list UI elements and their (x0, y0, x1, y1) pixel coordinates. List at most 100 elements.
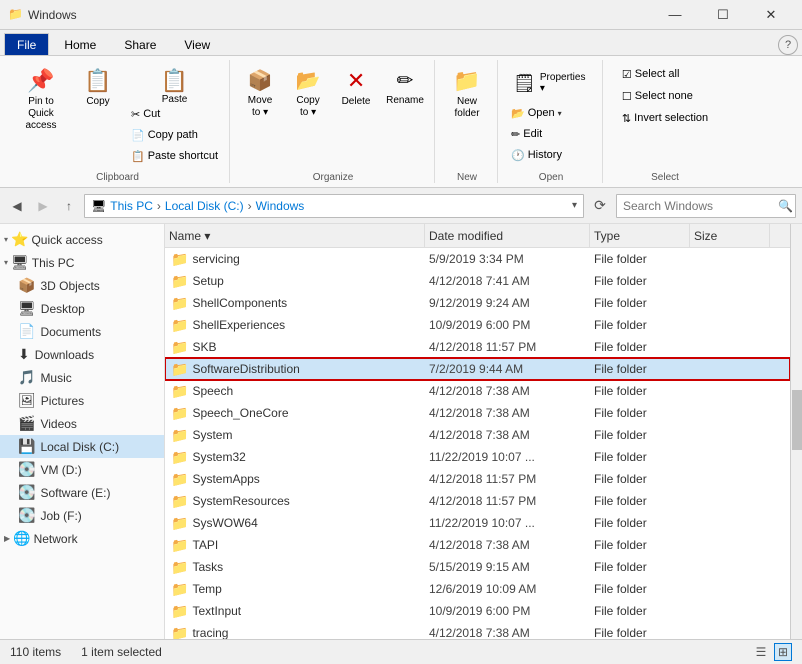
select-none-button[interactable]: ☐ Select none (617, 86, 713, 106)
organize-content: 📦 Moveto ▾ 📂 Copyto ▾ ✕ Delete ✏ Rename (238, 60, 428, 170)
refresh-button[interactable]: ⟳ (588, 194, 612, 218)
rename-button[interactable]: ✏ Rename (382, 64, 428, 124)
tab-view[interactable]: View (171, 33, 223, 55)
forward-button[interactable]: ▶ (32, 195, 54, 217)
pin-quick-access-button[interactable]: 📌 Pin to Quickaccess (12, 64, 70, 124)
documents-icon: 📄 (18, 323, 35, 340)
folder-icon: 📁 (171, 471, 188, 488)
sidebar-item-music[interactable]: 🎵 Music (0, 366, 164, 389)
properties-button[interactable]: 🗒 Properties ▾ (506, 64, 596, 102)
file-row-setup[interactable]: 📁Setup 4/12/2018 7:41 AM File folder (165, 270, 790, 292)
copy-button[interactable]: 📋 Copy (74, 64, 122, 124)
col-header-name[interactable]: Name ▾ (165, 224, 425, 247)
address-path[interactable]: 🖥 This PC › Local Disk (C:) › Windows ▾ (84, 194, 584, 218)
sidebar-thispc-header[interactable]: ▾ 🖥 This PC (0, 251, 164, 274)
file-row-servicing[interactable]: 📁servicing 5/9/2019 3:34 PM File folder (165, 248, 790, 270)
back-button[interactable]: ◀ (6, 195, 28, 217)
col-header-type[interactable]: Type (590, 224, 690, 247)
file-row-syswow64[interactable]: 📁SysWOW64 11/22/2019 10:07 ... File fold… (165, 512, 790, 534)
path-dropdown-arrow[interactable]: ▾ (572, 200, 577, 211)
move-to-button[interactable]: 📦 Moveto ▾ (238, 64, 282, 124)
view-buttons: ☰ ⊞ (752, 643, 792, 661)
details-view-button[interactable]: ☰ (752, 643, 770, 661)
paste-shortcut-label: Paste shortcut (148, 150, 218, 162)
help-button[interactable]: ? (778, 35, 798, 55)
window-title: Windows (28, 8, 652, 22)
search-box[interactable]: 🔍 (616, 194, 796, 218)
desktop-icon: 🖥 (18, 300, 36, 317)
file-row-skb[interactable]: 📁SKB 4/12/2018 11:57 PM File folder (165, 336, 790, 358)
delete-button[interactable]: ✕ Delete (334, 64, 378, 124)
invert-selection-button[interactable]: ⇅ Invert selection (617, 108, 713, 128)
folder-icon: 📁 (171, 317, 188, 334)
file-row-shellexperiences[interactable]: 📁ShellExperiences 10/9/2019 6:00 PM File… (165, 314, 790, 336)
paste-shortcut-button[interactable]: 📋 Paste shortcut (126, 146, 223, 166)
file-row-tracing[interactable]: 📁tracing 4/12/2018 7:38 AM File folder (165, 622, 790, 639)
sidebar-item-job[interactable]: 💽 Job (F:) (0, 504, 164, 527)
folder-icon: 📁 (171, 581, 188, 598)
new-folder-button[interactable]: 📁 Newfolder (443, 64, 491, 124)
copy-to-button[interactable]: 📂 Copyto ▾ (286, 64, 330, 124)
sidebar-item-3dobjects[interactable]: 📦 3D Objects (0, 274, 164, 297)
paste-button[interactable]: 📋 Paste (151, 64, 199, 104)
sidebar-quick-access-header[interactable]: ▾ ⭐ Quick access (0, 228, 164, 251)
vm-label: VM (D:) (40, 463, 81, 477)
search-input[interactable] (623, 199, 778, 213)
select-all-label: Select all (635, 68, 680, 80)
file-row-textinput[interactable]: 📁TextInput 10/9/2019 6:00 PM File folder (165, 600, 790, 622)
props-buttons: 🗒 Properties ▾ 📂 Open ▾ ✏ Edit 🕐 History (506, 64, 596, 165)
network-icon: 🌐 (13, 530, 30, 547)
open-icon: 📂 (511, 107, 525, 120)
sidebar-item-documents[interactable]: 📄 Documents (0, 320, 164, 343)
tab-share[interactable]: Share (111, 33, 169, 55)
scrollbar-thumb[interactable] (792, 390, 802, 450)
scrollbar-track[interactable] (790, 224, 802, 639)
col-header-date[interactable]: Date modified (425, 224, 590, 247)
file-row-system[interactable]: 📁System 4/12/2018 7:38 AM File folder (165, 424, 790, 446)
clipboard-content: 📌 Pin to Quickaccess 📋 Copy 📋 Paste ✂ Cu… (12, 60, 223, 170)
col-header-size[interactable]: Size (690, 224, 770, 247)
copy-path-button[interactable]: 📄 Copy path (126, 125, 223, 145)
file-row-systemresources[interactable]: 📁SystemResources 4/12/2018 11:57 PM File… (165, 490, 790, 512)
up-button[interactable]: ↑ (58, 195, 80, 217)
path-icon: 🖥 (91, 199, 106, 213)
sidebar-network-header[interactable]: ▶ 🌐 Network (0, 527, 164, 550)
path-localdisk[interactable]: Local Disk (C:) (165, 199, 244, 213)
tab-home[interactable]: Home (51, 33, 109, 55)
new-folder-icon: 📁 (453, 68, 480, 94)
sidebar-item-vm[interactable]: 💽 VM (D:) (0, 458, 164, 481)
file-row-systemapps[interactable]: 📁SystemApps 4/12/2018 11:57 PM File fold… (165, 468, 790, 490)
path-windows[interactable]: Windows (256, 199, 305, 213)
file-row-speech-onecore[interactable]: 📁Speech_OneCore 4/12/2018 7:38 AM File f… (165, 402, 790, 424)
file-row-temp[interactable]: 📁Temp 12/6/2019 10:09 AM File folder (165, 578, 790, 600)
sidebar-item-downloads[interactable]: ⬇ Downloads (0, 343, 164, 366)
sidebar-item-desktop[interactable]: 🖥 Desktop (0, 297, 164, 320)
tiles-view-button[interactable]: ⊞ (774, 643, 792, 661)
close-button[interactable]: ✕ (748, 0, 794, 30)
3dobjects-label: 3D Objects (40, 279, 99, 293)
sidebar-item-software[interactable]: 💽 Software (E:) (0, 481, 164, 504)
folder-icon: 📁 (171, 339, 188, 356)
file-row-shellcomponents[interactable]: 📁ShellComponents 9/12/2019 9:24 AM File … (165, 292, 790, 314)
open-arrow: ▾ (558, 109, 562, 118)
file-row-softwaredistribution[interactable]: 📁SoftwareDistribution 7/2/2019 9:44 AM F… (165, 358, 790, 380)
minimize-button[interactable]: — (652, 0, 698, 30)
open-btn[interactable]: 📂 Open ▾ (506, 103, 567, 123)
new-group-label: New (457, 170, 477, 183)
file-row-tasks[interactable]: 📁Tasks 5/15/2019 9:15 AM File folder (165, 556, 790, 578)
cut-button[interactable]: ✂ Cut (126, 104, 223, 124)
file-row-system32[interactable]: 📁System32 11/22/2019 10:07 ... File fold… (165, 446, 790, 468)
history-button[interactable]: 🕐 History (506, 145, 567, 165)
maximize-button[interactable]: ☐ (700, 0, 746, 30)
folder-icon: 📁 (171, 603, 188, 620)
sidebar-item-pictures[interactable]: 🖼 Pictures (0, 389, 164, 412)
tab-file[interactable]: File (4, 33, 49, 55)
software-icon: 💽 (18, 484, 35, 501)
sidebar-item-localdisk[interactable]: 💾 Local Disk (C:) (0, 435, 164, 458)
path-thispc[interactable]: This PC (110, 199, 153, 213)
select-all-button[interactable]: ☑ Select all (617, 64, 713, 84)
file-row-speech[interactable]: 📁Speech 4/12/2018 7:38 AM File folder (165, 380, 790, 402)
edit-button[interactable]: ✏ Edit (506, 124, 547, 144)
file-row-tapi[interactable]: 📁TAPI 4/12/2018 7:38 AM File folder (165, 534, 790, 556)
sidebar-item-videos[interactable]: 🎬 Videos (0, 412, 164, 435)
